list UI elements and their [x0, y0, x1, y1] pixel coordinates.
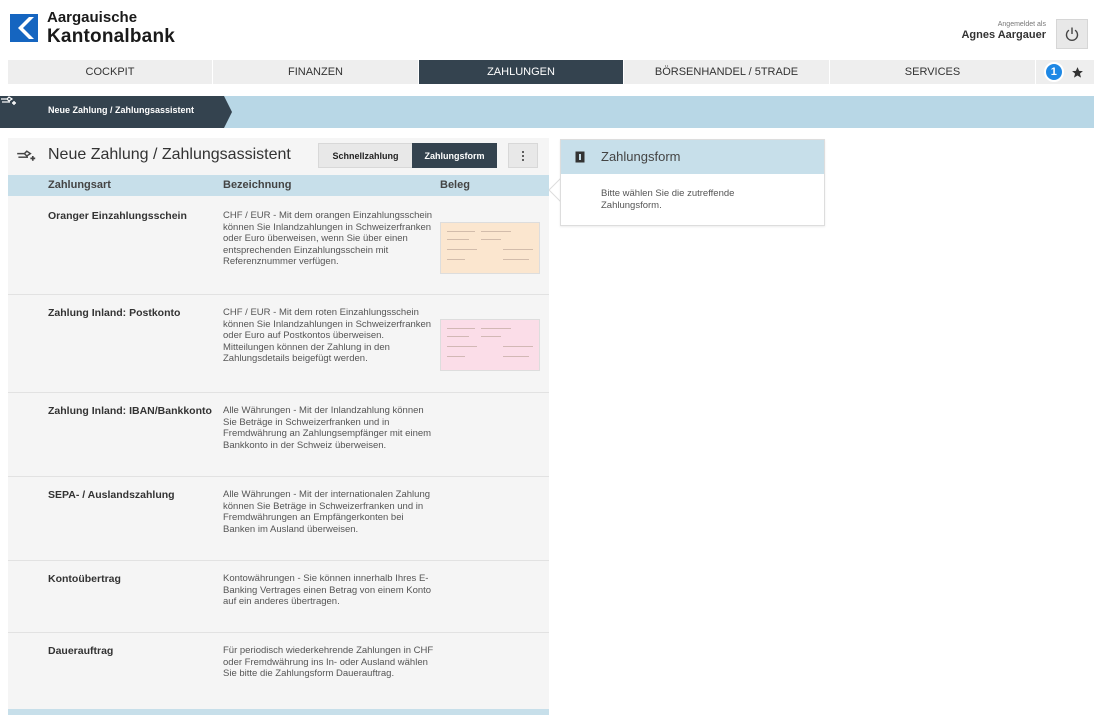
payment-type-list: Oranger Einzahlungsschein CHF / EUR - Mi… — [8, 198, 549, 706]
panel-footer-strip — [8, 709, 549, 715]
breadcrumb-bar: Neue Zahlung / Zahlungsassistent — [0, 96, 1094, 128]
page-title: Neue Zahlung / Zahlungsassistent — [48, 146, 291, 163]
user-name: Agnes Aargauer — [961, 29, 1046, 41]
user-info: Angemeldet als Agnes Aargauer — [961, 21, 1046, 41]
column-header-type: Zahlungsart — [48, 179, 111, 191]
payment-type-description: CHF / EUR - Mit dem roten Einzahlungssch… — [223, 307, 432, 365]
table-row[interactable]: Kontoübertrag Kontowährungen - Sie könne… — [8, 561, 549, 633]
table-row[interactable]: Dauerauftrag Für periodisch wiederkehren… — [8, 633, 549, 706]
payment-transfer-icon — [1, 96, 16, 105]
logout-button[interactable] — [1056, 19, 1088, 49]
more-options-button[interactable] — [508, 143, 538, 168]
payment-form-button[interactable]: Zahlungsform — [412, 143, 497, 168]
info-card-title: Zahlungsform — [601, 149, 681, 164]
payment-type-name: Zahlung Inland: IBAN/Bankkonto — [48, 405, 212, 417]
table-header: Zahlungsart Bezeichnung Beleg — [8, 175, 549, 196]
nav-item-cockpit[interactable]: COCKPIT — [8, 60, 213, 84]
info-book-icon — [575, 151, 585, 163]
payment-type-name: Dauerauftrag — [48, 645, 114, 657]
payment-type-name: Kontoübertrag — [48, 573, 121, 585]
info-card-header: Zahlungsform — [561, 140, 824, 174]
payment-type-description: Für periodisch wiederkehrende Zahlungen … — [223, 645, 434, 680]
payment-transfer-icon — [17, 150, 36, 161]
red-slip-thumbnail — [440, 319, 540, 371]
payment-type-name: SEPA- / Auslandszahlung — [48, 489, 175, 501]
power-icon — [1065, 27, 1079, 41]
payment-type-name: Zahlung Inland: Postkonto — [48, 307, 181, 319]
nav-item-boersenhandel[interactable]: BÖRSENHANDEL / 5TRADE — [624, 60, 830, 84]
nav-item-services[interactable]: SERVICES — [830, 60, 1036, 84]
table-row[interactable]: Zahlung Inland: IBAN/Bankkonto Alle Währ… — [8, 393, 549, 477]
notification-badge[interactable]: 1 — [1043, 62, 1064, 82]
payment-type-description: CHF / EUR - Mit dem orangen Einzahlungss… — [223, 210, 433, 268]
bank-name-line2: Kantonalbank — [47, 26, 176, 47]
payment-type-name: Oranger Einzahlungsschein — [48, 210, 187, 222]
star-icon[interactable] — [1071, 66, 1084, 79]
nav-tools: 1 — [1036, 60, 1088, 84]
payment-type-description: Alle Währungen - Mit der internationalen… — [223, 489, 431, 535]
payment-type-description: Alle Währungen - Mit der Inlandzahlung k… — [223, 405, 432, 451]
column-header-description: Bezeichnung — [223, 179, 292, 191]
info-card: Zahlungsform Bitte wählen Sie die zutref… — [560, 139, 825, 226]
table-row[interactable]: Zahlung Inland: Postkonto CHF / EUR - Mi… — [8, 295, 549, 393]
main-nav: COCKPIT FINANZEN ZAHLUNGEN BÖRSENHANDEL … — [8, 60, 1094, 84]
logged-in-caption: Angemeldet als — [997, 21, 1046, 28]
payment-assistant-panel: Neue Zahlung / Zahlungsassistent Schnell… — [8, 138, 549, 715]
kebab-menu-icon — [522, 150, 524, 153]
table-row[interactable]: SEPA- / Auslandszahlung Alle Währungen -… — [8, 477, 549, 561]
bank-name[interactable]: Aargauische Kantonalbank — [47, 8, 175, 46]
bank-logo-icon[interactable] — [10, 14, 38, 42]
orange-slip-thumbnail — [440, 222, 540, 274]
app-header: Aargauische Kantonalbank Angemeldet als … — [0, 0, 1094, 52]
breadcrumb[interactable]: Neue Zahlung / Zahlungsassistent — [0, 96, 232, 128]
nav-item-zahlungen[interactable]: ZAHLUNGEN — [419, 60, 624, 84]
column-header-receipt: Beleg — [440, 179, 470, 191]
info-card-text: Bitte wählen Sie die zutreffende Zahlung… — [601, 188, 735, 211]
payment-type-description: Kontowährungen - Sie können innerhalb Ih… — [223, 573, 432, 608]
quick-payment-button[interactable]: Schnellzahlung — [318, 143, 413, 168]
bank-name-line1: Aargauische — [47, 9, 138, 26]
nav-item-finanzen[interactable]: FINANZEN — [213, 60, 419, 84]
table-row[interactable]: Oranger Einzahlungsschein CHF / EUR - Mi… — [8, 198, 549, 295]
breadcrumb-label: Neue Zahlung / Zahlungsassistent — [48, 105, 195, 115]
panel-header: Neue Zahlung / Zahlungsassistent Schnell… — [8, 138, 549, 174]
